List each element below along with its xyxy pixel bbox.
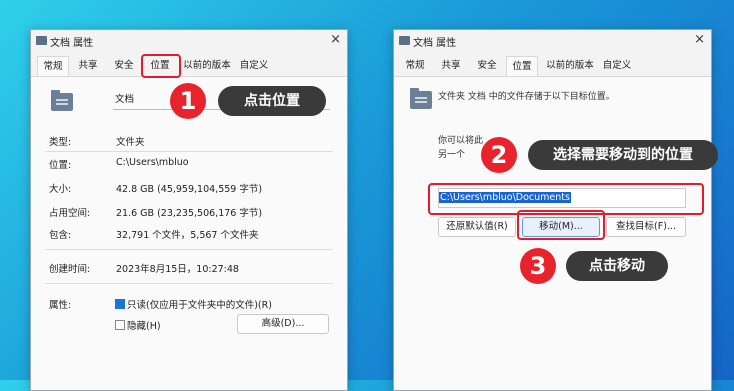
general-tab-content: 文档 类型: 文件夹 位置: C:\Users\mbluo 大小: 42.8 G… — [31, 76, 347, 390]
tab-sharing[interactable]: 共享 — [436, 56, 466, 76]
window-title: 文档 属性 — [413, 38, 457, 49]
tab-customize[interactable]: 自定义 — [600, 56, 634, 76]
tab-bar: 常规 共享 安全 位置 以前的版本 自定义 — [394, 56, 711, 77]
step-1-label: 点击位置 — [218, 86, 326, 116]
tab-security[interactable]: 安全 — [109, 56, 139, 76]
size-on-disk-label: 占用空间: — [49, 208, 91, 219]
location-value: C:\Users\mbluo — [116, 157, 189, 168]
move-button-highlight — [517, 210, 605, 240]
divider — [45, 283, 333, 284]
find-target-button[interactable]: 查找目标(F)... — [606, 217, 686, 237]
tab-previous-versions[interactable]: 以前的版本 — [181, 56, 233, 76]
contains-value: 32,791 个文件，5,567 个文件夹 — [116, 230, 259, 241]
location-tab-highlight — [141, 54, 181, 78]
description-line-1: 你可以将此 — [438, 136, 484, 146]
divider — [45, 151, 333, 152]
readonly-checkbox-label: 只读(仅应用于文件夹中的文件)(R) — [127, 300, 272, 311]
created-value: 2023年8月15日，10:27:48 — [116, 264, 239, 275]
tab-previous-versions[interactable]: 以前的版本 — [544, 56, 596, 76]
tab-customize[interactable]: 自定义 — [237, 56, 271, 76]
hidden-checkbox-label: 隐藏(H) — [127, 321, 161, 332]
divider — [45, 249, 333, 250]
type-label: 类型: — [49, 137, 72, 148]
attributes-label: 属性: — [49, 300, 72, 311]
location-label: 位置: — [49, 160, 72, 171]
type-value: 文件夹 — [116, 137, 145, 148]
title-bar: 文档 属性 × — [31, 30, 347, 52]
tab-security[interactable]: 安全 — [472, 56, 502, 76]
step-2-badge: 2 — [481, 137, 517, 173]
documents-folder-icon — [51, 90, 73, 111]
step-3-label: 点击移动 — [566, 251, 668, 281]
step-1-badge: 1 — [170, 83, 206, 119]
readonly-checkbox[interactable] — [115, 299, 125, 309]
location-info-text: 文件夹 文档 中的文件存储于以下目标位置。 — [438, 92, 615, 102]
step-3-badge: 3 — [520, 248, 556, 284]
tab-location[interactable]: 位置 — [506, 56, 538, 77]
size-label: 大小: — [49, 184, 72, 195]
step-2-label: 选择需要移动到的位置 — [528, 140, 718, 170]
size-value: 42.8 GB (45,959,104,559 字节) — [116, 184, 263, 195]
close-icon[interactable]: × — [330, 32, 341, 47]
title-bar: 文档 属性 × — [394, 30, 711, 52]
folder-icon — [399, 36, 410, 45]
tab-bar: 常规 共享 安全 位置 以前的版本 自定义 — [31, 56, 347, 77]
hidden-checkbox[interactable] — [115, 320, 125, 330]
tab-general[interactable]: 常规 — [37, 56, 69, 77]
size-on-disk-value: 21.6 GB (23,235,506,176 字节) — [116, 208, 263, 219]
created-label: 创建时间: — [49, 264, 91, 275]
tab-general[interactable]: 常规 — [400, 56, 430, 76]
advanced-button[interactable]: 高级(D)... — [237, 314, 329, 334]
tab-sharing[interactable]: 共享 — [73, 56, 103, 76]
restore-default-button[interactable]: 还原默认值(R) — [438, 217, 516, 237]
folder-icon — [36, 36, 47, 45]
contains-label: 包含: — [49, 230, 72, 241]
description-line-2: 另一个 — [438, 150, 466, 160]
documents-folder-icon — [410, 88, 432, 109]
close-icon[interactable]: × — [694, 32, 705, 47]
window-title: 文档 属性 — [50, 38, 94, 49]
